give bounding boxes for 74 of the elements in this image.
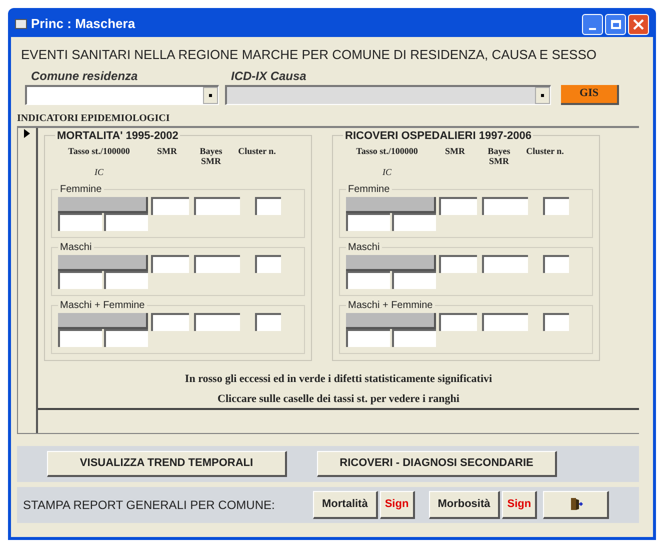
value-field[interactable] [346,328,390,346]
action-button[interactable]: RICOVERI - DIAGNOSI SECONDARIE [317,450,557,476]
value-field[interactable] [543,254,569,272]
exit-button[interactable] [543,490,610,518]
column-header: Cluster n. [237,146,277,158]
value-field[interactable] [482,254,528,272]
sign-button[interactable]: Sign [380,490,415,518]
value-field[interactable] [439,254,477,272]
column-header: Bayes SMR [486,146,512,166]
value-field[interactable] [194,196,240,214]
value-field[interactable] [255,312,281,330]
group-label: Femmine [59,182,103,196]
column-header: Tasso st./100000 [355,146,419,158]
value-field[interactable] [58,270,102,288]
sign-button[interactable]: Sign [502,490,538,518]
value-field[interactable] [392,328,436,346]
value-field[interactable] [543,196,569,214]
note-text: In rosso gli eccessi ed in verde i difetti statisticamente significativi [184,372,492,386]
report-button[interactable]: Morbosità [428,490,500,518]
value-field[interactable] [346,212,390,230]
column-header: SMR [444,146,466,158]
action-button[interactable]: VISUALIZZA TREND TEMPORALI [47,450,287,476]
value-field[interactable] [392,212,436,230]
report-button[interactable]: Mortalità [313,490,378,518]
close-button[interactable] [628,14,649,34]
value-field[interactable] [482,196,528,214]
window-title: Princ : Maschera [31,15,136,34]
section-title: INDICATORI EPIDEMIOLOGICI [17,112,171,126]
maximize-icon [610,20,620,28]
value-field[interactable] [482,312,528,330]
minimize-button[interactable] [582,14,603,34]
value-field[interactable] [151,312,189,330]
value-field[interactable] [104,212,148,230]
value-field[interactable] [58,212,102,230]
value-field[interactable] [151,254,189,272]
value-field[interactable] [439,196,477,214]
note-text: Cliccare sulle caselle dei tassi st. per vedere i ranghi [218,392,460,407]
minimize-icon [589,28,596,30]
gis-button[interactable]: GIS [561,84,619,104]
panel-title: RICOVERI OSPEDALIERI 1997-2006 [344,128,532,144]
group-label: Maschi + Femmine [347,298,434,312]
value-field[interactable] [151,196,189,214]
panel-title: MORTALITA' 1995-2002 [56,128,180,144]
column-header: SMR [156,146,178,158]
field-label: Comune residenza [31,68,139,84]
value-field[interactable] [439,312,477,330]
value-field[interactable] [255,196,281,214]
report-label: STAMPA REPORT GENERALI PER COMUNE: [23,496,276,514]
value-field[interactable] [346,270,390,288]
value-field[interactable] [194,312,240,330]
value-field[interactable] [392,270,436,288]
combo-box[interactable] [25,84,219,104]
record-pointer-icon [24,129,30,138]
group-label: Maschi [59,240,93,254]
column-header: Tasso st./100000 [67,146,131,158]
close-icon [633,18,644,30]
value-field[interactable] [104,328,148,346]
door-exit-icon [568,497,583,511]
field-label: ICD-IX Causa [231,68,308,84]
group-label: Femmine [347,182,391,196]
value-field[interactable] [543,312,569,330]
value-field[interactable] [58,328,102,346]
group-label: Maschi + Femmine [59,298,146,312]
maximize-button[interactable] [605,14,626,34]
group-label: Maschi [347,240,381,254]
value-field[interactable] [104,270,148,288]
value-field[interactable] [194,254,240,272]
column-subheader: IC [94,166,104,179]
form-heading: EVENTI SANITARI NELLA REGIONE MARCHE PER COMUNE DI RESIDENZA, CAUSA E SESSO [21,46,598,64]
column-header: Bayes SMR [198,146,224,166]
form-icon [15,19,27,29]
column-subheader: IC [382,166,392,179]
value-field[interactable] [255,254,281,272]
column-header: Cluster n. [525,146,565,158]
